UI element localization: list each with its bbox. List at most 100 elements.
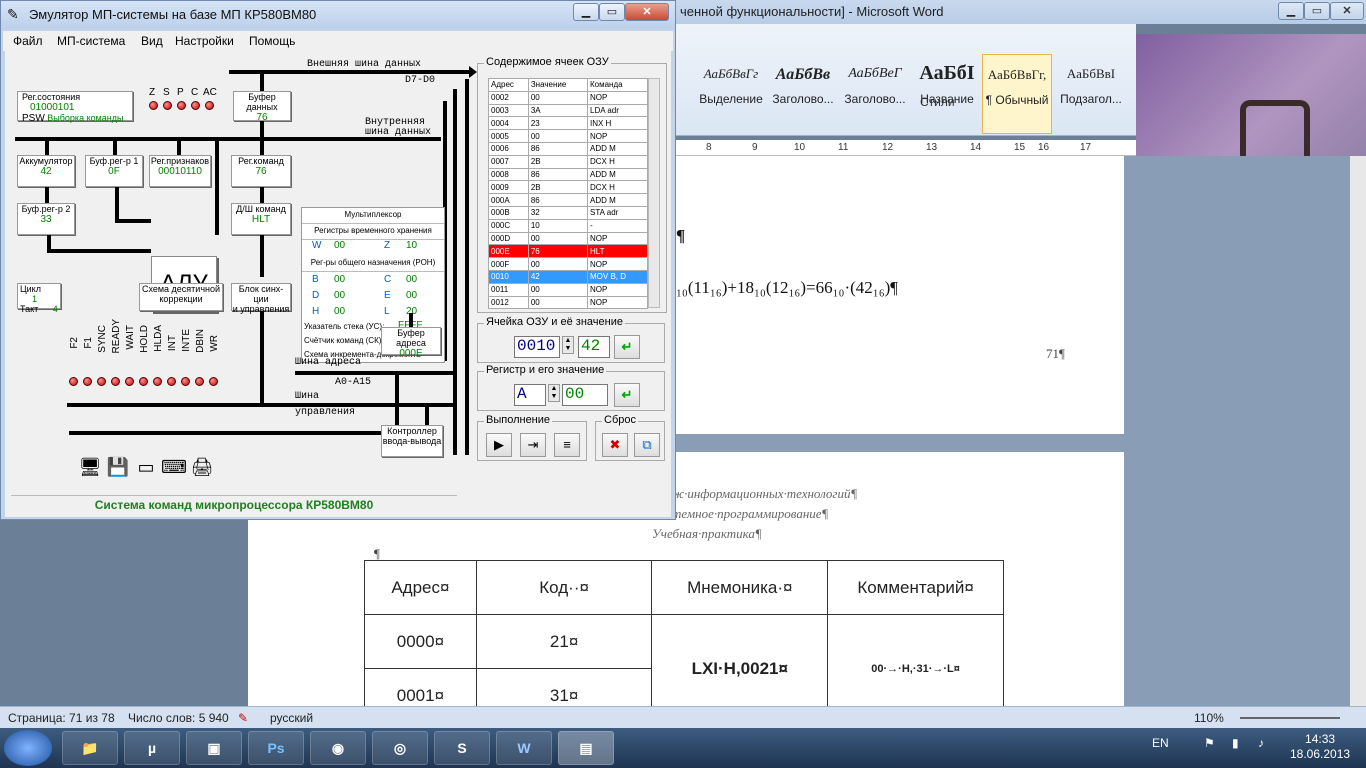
- cell-address-input[interactable]: 0010: [514, 336, 560, 358]
- accumulator[interactable]: Аккумулятор 42: [17, 155, 75, 187]
- status-zoom[interactable]: 110%: [1194, 711, 1224, 725]
- cell-apply-button[interactable]: ↵: [614, 335, 640, 359]
- document-scrollbar[interactable]: [1350, 156, 1366, 706]
- memory-row[interactable]: 0004 23 INX H: [488, 116, 648, 131]
- reg-b-value[interactable]: 00: [334, 274, 345, 285]
- clock[interactable]: 14:33 18.06.2013: [1290, 732, 1350, 762]
- memory-row[interactable]: 0002 00 NOP: [488, 90, 648, 105]
- flag-icon[interactable]: ⚑: [1204, 736, 1215, 750]
- step-button[interactable]: ⇥: [520, 433, 546, 457]
- reg-h-value[interactable]: 00: [334, 306, 345, 317]
- register-spinner[interactable]: ▲ ▼: [548, 384, 560, 402]
- reg-c-value[interactable]: 00: [406, 274, 417, 285]
- register-apply-button[interactable]: ↵: [614, 383, 640, 407]
- floppy-icon[interactable]: 💾: [105, 457, 131, 481]
- psw-register[interactable]: Рег.состояния 01000101 PSW Выборка коман…: [17, 91, 133, 124]
- memory-row[interactable]: 0008 86 ADD M: [488, 167, 648, 182]
- flags-register[interactable]: Рег.признаков 00010110: [149, 155, 211, 187]
- video-task-icon[interactable]: ▣: [186, 731, 242, 765]
- memory-row[interactable]: 0011 00 NOP: [488, 282, 648, 297]
- memory-row[interactable]: 000E 76 HLT: [488, 244, 648, 259]
- reg-d-value[interactable]: 00: [334, 290, 345, 301]
- cell-address-spinner[interactable]: ▲ ▼: [562, 336, 574, 354]
- network-icon[interactable]: ▮: [1232, 736, 1239, 750]
- menu-file[interactable]: Файл: [13, 34, 43, 48]
- register-name-input[interactable]: A: [514, 384, 546, 406]
- memory-row[interactable]: 0010 42 MOV B, D: [488, 269, 648, 284]
- document-page[interactable]: ¶ ₁₀(11₁₆)+18₁₀(12₁₆)=66₁₀·(42₁₆)¶ 71¶: [676, 156, 1124, 434]
- memory-row[interactable]: 0006 86 ADD M: [488, 141, 648, 156]
- memory-row[interactable]: 000F 00 NOP: [488, 257, 648, 271]
- memory-row[interactable]: 000B 32 STA adr: [488, 205, 648, 220]
- status-page[interactable]: Страница: 71 из 78: [8, 711, 115, 725]
- buffer-register-2[interactable]: Буф.рег-р 2 33: [17, 203, 75, 235]
- memory-table[interactable]: Адрес Значение Команда 0002 00 NOP 0003 3A LD…: [488, 78, 648, 310]
- register-value-input[interactable]: 00: [562, 384, 608, 406]
- reg-w-value[interactable]: 00: [334, 240, 345, 251]
- reg-e-value[interactable]: 00: [406, 290, 417, 301]
- cell-value-input[interactable]: 42: [578, 336, 610, 358]
- reg-z-value[interactable]: 10: [406, 240, 417, 251]
- utorrent-task-icon[interactable]: µ: [124, 731, 180, 765]
- monitor-icon[interactable]: 🖥: [77, 457, 103, 481]
- style-heading2[interactable]: АаБбВеГ Заголово...: [840, 54, 910, 134]
- run-button[interactable]: ▶: [486, 433, 512, 457]
- status-language[interactable]: русский: [270, 711, 313, 725]
- word-task-icon[interactable]: W: [496, 731, 552, 765]
- decimal-correction[interactable]: Схема десятичной коррекции: [139, 283, 223, 311]
- document-table[interactable]: Адрес¤ Код··¤ Мнемоника·¤ Комментарий¤ 0…: [364, 560, 1004, 723]
- chrome-task-icon[interactable]: ◎: [372, 731, 428, 765]
- style-emphasis[interactable]: АаБбВвГг Выделение: [696, 54, 766, 134]
- word-minimize-button[interactable]: ▁: [1278, 2, 1304, 20]
- memory-scrollbar[interactable]: [648, 78, 660, 308]
- reset-registers-button[interactable]: ⧉: [634, 433, 660, 457]
- io-controller[interactable]: Контроллер ввода-вывода: [381, 425, 443, 457]
- word-close-button[interactable]: ✕: [1330, 2, 1364, 20]
- sync-control-block[interactable]: Блок синх-ции и управления: [231, 283, 291, 314]
- language-indicator[interactable]: EN: [1152, 736, 1169, 750]
- memory-row[interactable]: 000C 10-: [488, 218, 648, 233]
- emu-maximize-button[interactable]: ▭: [599, 3, 625, 21]
- menu-settings[interactable]: Настройки: [175, 34, 234, 48]
- memory-row[interactable]: 0003 3A LDA adr: [488, 103, 648, 118]
- volume-icon[interactable]: ♪: [1258, 736, 1264, 750]
- spellcheck-icon[interactable]: ✎: [238, 711, 248, 725]
- memory-row[interactable]: 000D 00 NOP: [488, 231, 648, 246]
- style-title[interactable]: АаБбІ Название: [912, 54, 982, 134]
- drive-icon[interactable]: ▭: [133, 457, 159, 481]
- reset-memory-button[interactable]: ✖: [602, 433, 628, 457]
- skype-task-icon[interactable]: S: [434, 731, 490, 765]
- address-buffer[interactable]: Буфер адреса 000E: [381, 327, 441, 359]
- tact-button[interactable]: ≡: [554, 433, 580, 457]
- style-heading1[interactable]: АаБбВв Заголово...: [768, 54, 838, 134]
- command-register[interactable]: Рег.команд 76: [231, 155, 291, 187]
- keyboard-icon[interactable]: ⌨: [161, 457, 187, 481]
- instruction-set-label[interactable]: Система команд микропроцессора КР580ВМ80: [11, 495, 457, 513]
- command-decoder[interactable]: Д/Ш команд HLT: [231, 203, 291, 235]
- word-maximize-button[interactable]: ▭: [1304, 2, 1330, 20]
- buffer-register-1[interactable]: Буф.рег-р 1 0F: [85, 155, 143, 187]
- emulator-task-icon[interactable]: ▤: [558, 731, 614, 765]
- emu-close-button[interactable]: ✕: [625, 3, 669, 21]
- emu-minimize-button[interactable]: ▁: [573, 3, 599, 21]
- explorer-task-icon[interactable]: 📁: [62, 731, 118, 765]
- style-subtitle[interactable]: АаБбВвІ Подзагол...: [1056, 54, 1126, 134]
- signal-inte: INTE: [181, 329, 192, 352]
- menu-mp-system[interactable]: МП-система: [57, 34, 125, 48]
- printer-icon[interactable]: 🖨: [189, 457, 215, 481]
- memory-row[interactable]: 0005 00 NOP: [488, 129, 648, 143]
- status-words[interactable]: Число слов: 5 940: [128, 711, 229, 725]
- zoom-slider[interactable]: [1240, 717, 1340, 719]
- memory-row[interactable]: 0007 2B DCX H: [488, 154, 648, 169]
- memory-row[interactable]: 0012 00 NOP: [488, 295, 648, 310]
- memory-row[interactable]: 0009 2B DCX H: [488, 180, 648, 195]
- start-button[interactable]: [4, 730, 52, 766]
- data-buffer[interactable]: Буфер данных 76: [233, 91, 291, 123]
- photoshop-task-icon[interactable]: Ps: [248, 731, 304, 765]
- firefox-task-icon[interactable]: ◉: [310, 731, 366, 765]
- menu-view[interactable]: Вид: [141, 34, 163, 48]
- menu-help[interactable]: Помощь: [249, 34, 295, 48]
- memory-row[interactable]: 000A 86 ADD M: [488, 193, 648, 207]
- style-normal[interactable]: АаБбВвГг, ¶ Обычный: [982, 54, 1052, 134]
- horizontal-ruler[interactable]: 8 9 10 11 12 13 14 15 16 17: [676, 140, 1136, 156]
